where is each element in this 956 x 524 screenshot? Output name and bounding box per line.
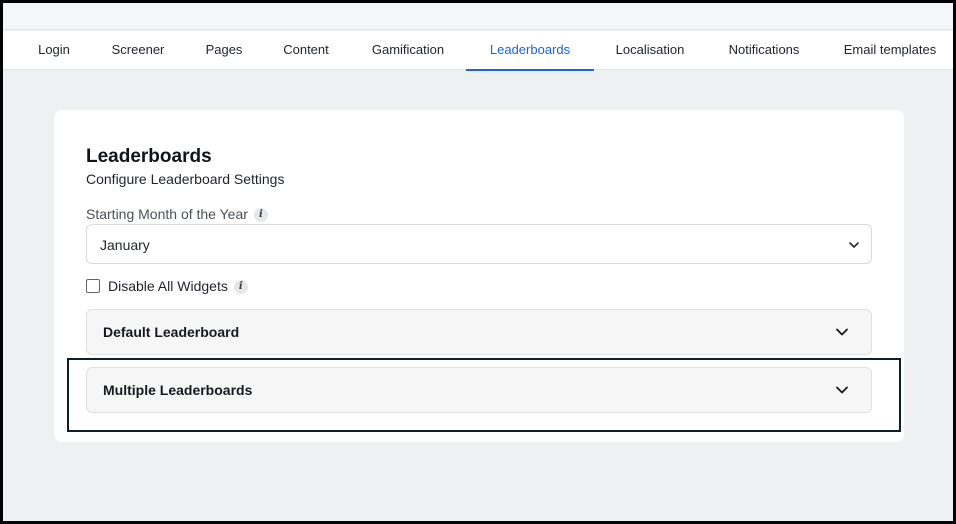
default-leaderboard-accordion[interactable]: Default Leaderboard: [86, 309, 872, 355]
chevron-down-icon: [849, 242, 859, 248]
info-icon[interactable]: i: [253, 208, 268, 223]
starting-month-select[interactable]: January: [86, 224, 872, 264]
accordion-title: Default Leaderboard: [103, 324, 240, 340]
chevron-down-icon[interactable]: [835, 325, 849, 339]
starting-month-value: January: [100, 237, 150, 253]
starting-month-label-row: Starting Month of the Year i: [86, 206, 268, 223]
tab-login[interactable]: Login: [20, 31, 88, 70]
multiple-leaderboards-accordion[interactable]: Multiple Leaderboards: [86, 367, 872, 413]
tab-localisation[interactable]: Localisation: [602, 31, 698, 70]
chevron-down-icon[interactable]: [835, 383, 849, 397]
info-icon[interactable]: i: [233, 280, 248, 295]
app-frame: Login Screener Pages Content Gamificatio…: [0, 0, 956, 524]
tab-gamification[interactable]: Gamification: [358, 31, 458, 70]
settings-card: Leaderboards Configure Leaderboard Setti…: [54, 110, 904, 442]
tab-pages[interactable]: Pages: [191, 31, 257, 70]
tab-screener[interactable]: Screener: [102, 31, 174, 70]
tab-notifications[interactable]: Notifications: [714, 31, 814, 70]
tab-content[interactable]: Content: [271, 31, 341, 70]
accordion-title: Multiple Leaderboards: [103, 382, 253, 398]
starting-month-label: Starting Month of the Year: [86, 206, 248, 222]
disable-widgets-checkbox[interactable]: [86, 279, 100, 293]
tab-bar: Login Screener Pages Content Gamificatio…: [3, 31, 953, 71]
page-title: Leaderboards: [86, 146, 212, 167]
tab-email-templates[interactable]: Email templates: [832, 31, 948, 70]
disable-widgets-label-row: Disable All Widgets i: [108, 278, 248, 295]
tab-leaderboards[interactable]: Leaderboards: [466, 31, 594, 71]
disable-widgets-label[interactable]: Disable All Widgets: [108, 278, 228, 294]
top-strip: [3, 3, 953, 30]
page-subtitle: Configure Leaderboard Settings: [86, 171, 285, 187]
